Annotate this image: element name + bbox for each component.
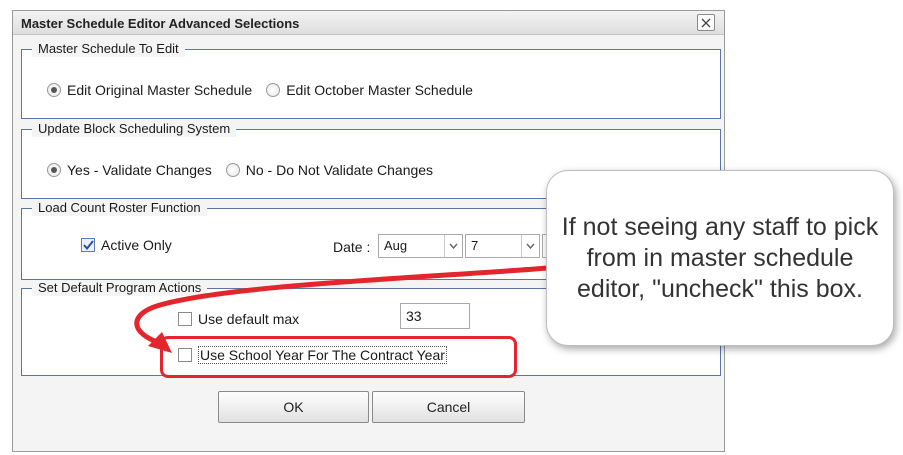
callout-text: If not seeing any staff to pick from in … [561, 212, 879, 303]
callout-bubble: If not seeing any staff to pick from in … [546, 170, 894, 346]
